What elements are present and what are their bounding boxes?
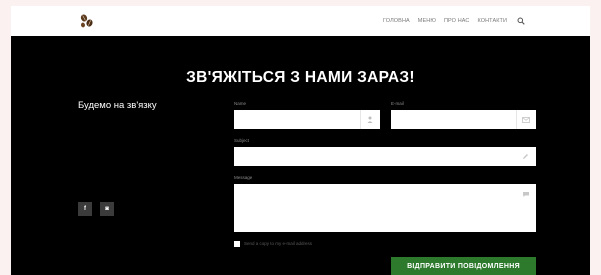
submit-button[interactable]: ВІДПРАВИТИ ПОВІДОМЛЕННЯ bbox=[391, 257, 536, 275]
message-label: Message bbox=[234, 175, 253, 180]
section-subtitle: Будемо на зв'язку bbox=[78, 100, 157, 111]
nav-item-contacts[interactable]: КОНТАКТИ bbox=[477, 18, 507, 24]
page-frame: ГОЛОВНА МЕНЮ ПРО НАС КОНТАКТИ ЗВ'ЯЖІТЬСЯ… bbox=[0, 0, 601, 275]
name-icon-divider bbox=[360, 110, 361, 129]
email-label: E-mail bbox=[391, 101, 404, 106]
email-field[interactable] bbox=[391, 110, 536, 129]
envelope-icon bbox=[522, 117, 530, 123]
site-header: ГОЛОВНА МЕНЮ ПРО НАС КОНТАКТИ bbox=[11, 6, 590, 36]
contact-section: ЗВ'ЯЖІТЬСЯ З НАМИ ЗАРАЗ! Будемо на зв'яз… bbox=[11, 36, 590, 275]
nav-item-home[interactable]: ГОЛОВНА bbox=[383, 18, 410, 24]
email-icon-divider bbox=[516, 110, 517, 129]
user-icon bbox=[367, 116, 373, 123]
speech-bubble-icon bbox=[523, 192, 529, 197]
name-field[interactable] bbox=[234, 110, 380, 129]
facebook-icon: f bbox=[84, 206, 86, 212]
subject-label: Subject bbox=[234, 138, 250, 143]
nav-item-menu[interactable]: МЕНЮ bbox=[418, 18, 436, 24]
facebook-button[interactable]: f bbox=[78, 202, 92, 216]
coffee-beans-icon[interactable] bbox=[79, 14, 95, 28]
send-copy-checkbox[interactable] bbox=[234, 241, 240, 247]
pencil-icon bbox=[523, 154, 528, 159]
subject-field[interactable] bbox=[234, 147, 536, 166]
main-nav: ГОЛОВНА МЕНЮ ПРО НАС КОНТАКТИ bbox=[383, 6, 525, 36]
message-field[interactable] bbox=[234, 184, 536, 232]
instagram-icon: ◙ bbox=[105, 206, 109, 212]
instagram-button[interactable]: ◙ bbox=[100, 202, 114, 216]
send-copy-label: Send a copy to my e-mail address bbox=[244, 241, 313, 246]
search-icon[interactable] bbox=[517, 17, 525, 25]
name-label: Name bbox=[234, 101, 247, 106]
section-title: ЗВ'ЯЖІТЬСЯ З НАМИ ЗАРАЗ! bbox=[186, 69, 415, 86]
nav-item-about[interactable]: ПРО НАС bbox=[444, 18, 470, 24]
